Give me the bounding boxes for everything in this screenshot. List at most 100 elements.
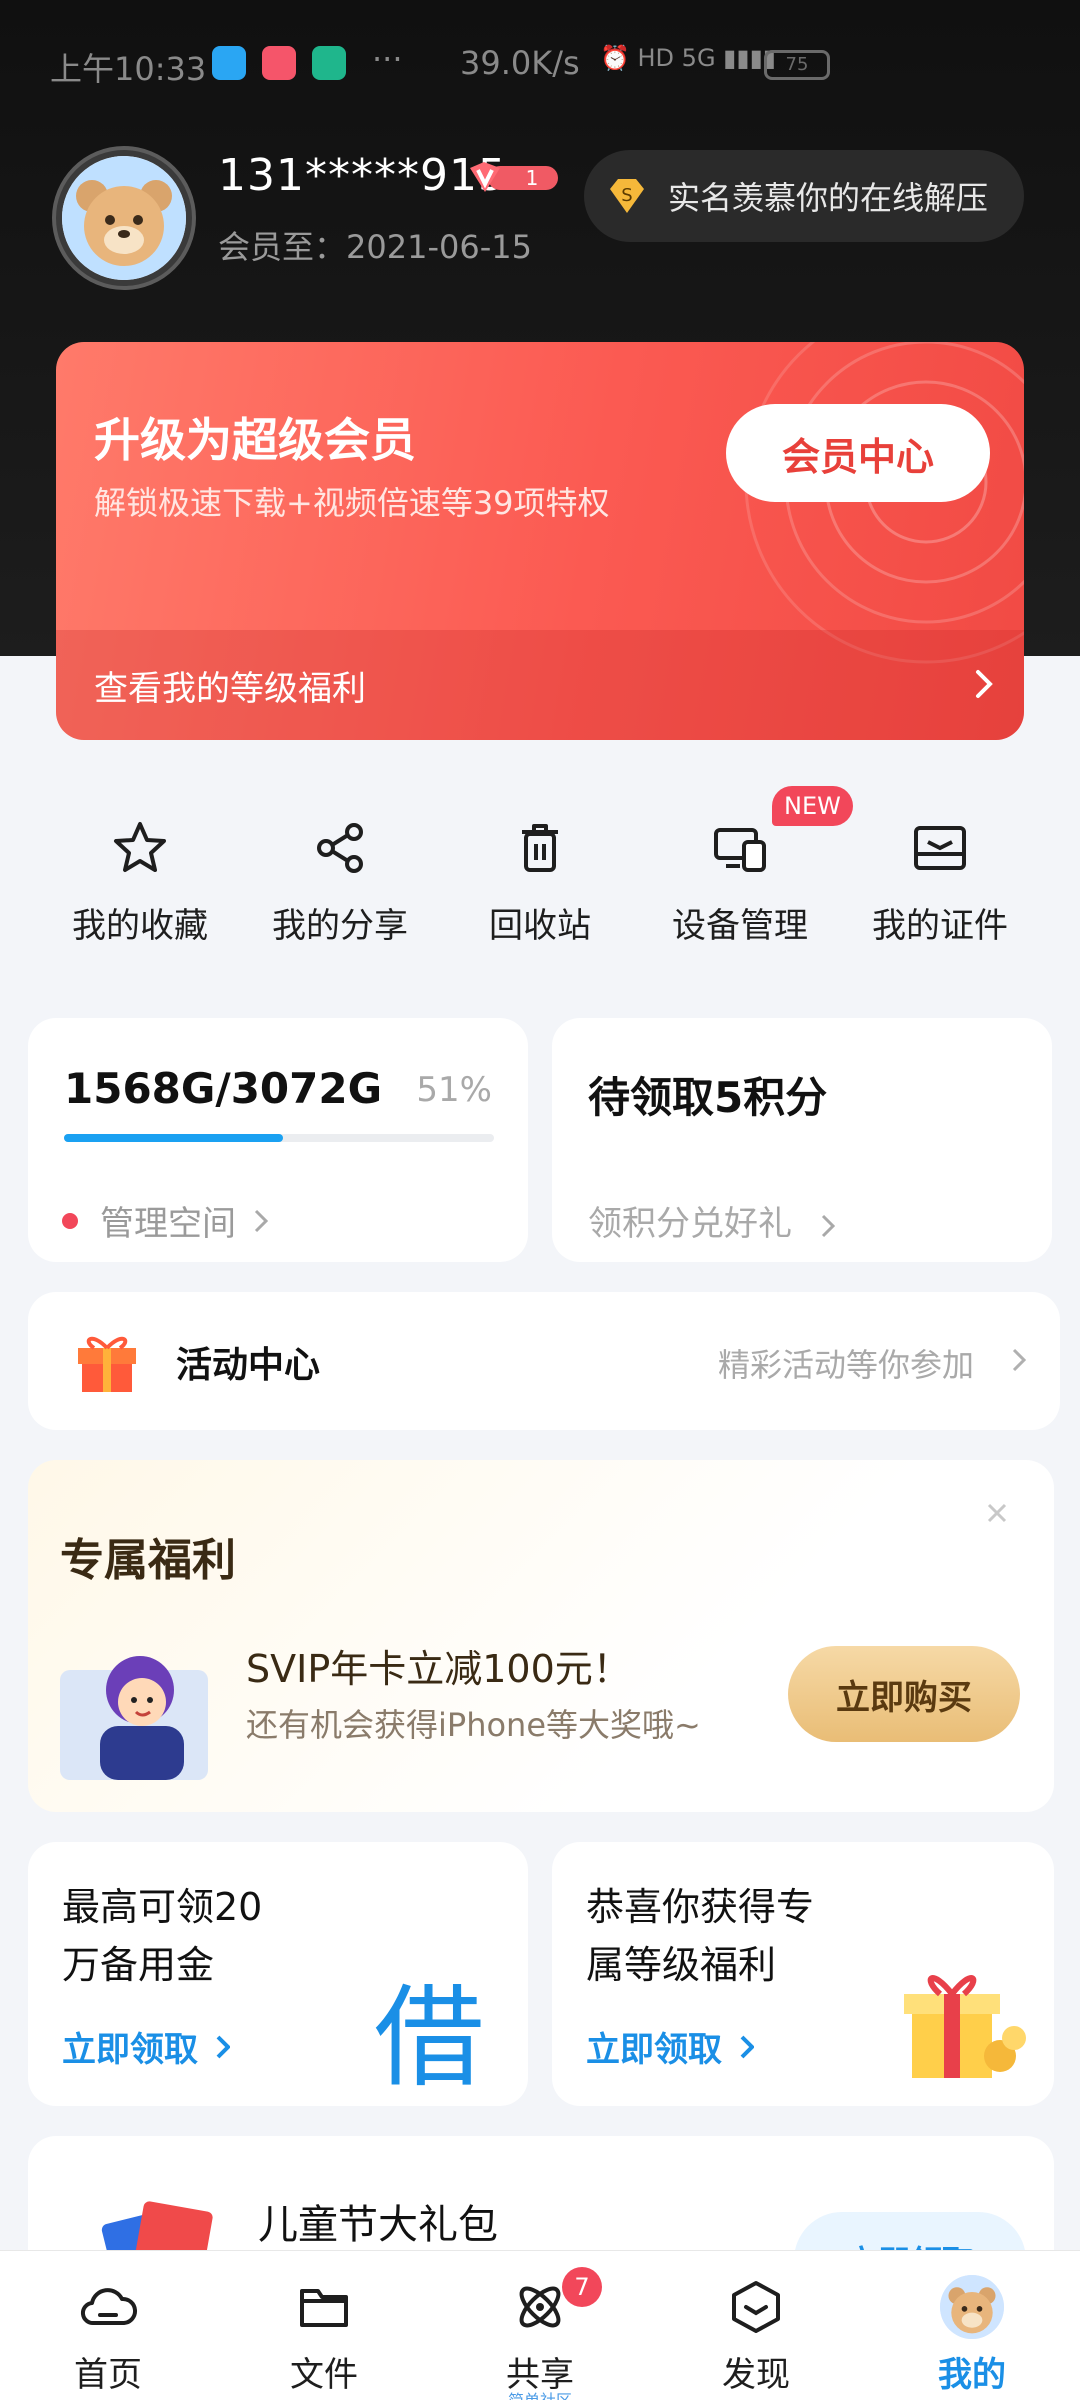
- quick-action-devices[interactable]: NEW 设备管理: [640, 786, 853, 960]
- chevron-right-icon: [1012, 1348, 1026, 1372]
- id-card-icon: [914, 826, 966, 870]
- promo-title: SVIP年卡立减100元！: [246, 1647, 631, 1691]
- avatar[interactable]: [56, 150, 192, 286]
- kids-title: 儿童节大礼包: [258, 2202, 498, 2248]
- network-speed: 39.0K/s: [460, 44, 580, 82]
- gift-text-line: 属等级福利: [586, 1943, 777, 1987]
- gift-claim-link[interactable]: 立即领取: [586, 2022, 754, 2071]
- chevron-right-icon: [254, 1209, 268, 1232]
- nav-mine[interactable]: 我的: [864, 2251, 1080, 2400]
- app-notification-icon: [262, 46, 296, 80]
- level-benefits-label: 查看我的等级福利: [94, 668, 366, 709]
- storage-capacity: 1568G/3072G: [64, 1064, 383, 1113]
- loan-promo-card[interactable]: 最高可领20 万备用金 立即领取 借: [28, 1842, 528, 2106]
- quick-action-label: 我的证件: [872, 906, 1008, 946]
- vip-level-number: 1: [526, 166, 539, 190]
- nav-home[interactable]: 首页: [0, 2251, 216, 2400]
- chevron-right-icon: [216, 2035, 230, 2058]
- activity-title: 活动中心: [176, 1345, 321, 1386]
- points-card[interactable]: 待领取5积分 领积分兑好礼: [552, 1018, 1052, 1262]
- share-badge: 7: [562, 2267, 602, 2307]
- nav-share[interactable]: 7 共享 简单社区: [432, 2251, 648, 2400]
- svg-text:S: S: [621, 185, 632, 206]
- username: 131*****915: [218, 150, 507, 201]
- notification-dot: [62, 1212, 78, 1229]
- nav-label: 首页: [74, 2355, 142, 2395]
- member-center-button[interactable]: 会员中心: [726, 404, 990, 502]
- loan-text-line: 万备用金: [62, 1943, 215, 1987]
- bottom-navigation: 首页 文件 7 共享 简单社区 发现: [0, 2250, 1080, 2400]
- quick-action-favorites[interactable]: 我的收藏: [40, 810, 240, 960]
- mascot-illustration: [60, 1656, 208, 1780]
- system-indicators: ⏰ HD 5G ▮▮▮▮: [600, 44, 776, 72]
- storage-progress-bar: [64, 1134, 494, 1142]
- close-icon[interactable]: [972, 1488, 1022, 1538]
- loan-claim-link[interactable]: 立即领取: [62, 2022, 230, 2071]
- folder-icon: [300, 2289, 348, 2327]
- quick-action-label: 我的分享: [272, 906, 408, 946]
- storage-card[interactable]: 1568G/3072G 51% 管理空间: [28, 1018, 528, 1262]
- gift-box-icon: [904, 1975, 1026, 2078]
- share-icon: [317, 823, 363, 873]
- nav-sublabel: 简单社区: [432, 2387, 648, 2400]
- cloud-icon: [81, 2288, 137, 2326]
- vip-upgrade-card[interactable]: 升级为超级会员 解锁极速下载+视频倍速等39项特权 会员中心 查看我的等级福利: [56, 342, 1024, 740]
- battery-icon: 75: [764, 50, 830, 80]
- more-notifications-icon: ···: [372, 40, 403, 78]
- exclusive-benefits-card: 专属福利 SVIP年卡立减100元！ 还有机会获得iPhone等大奖哦~ 立即购…: [28, 1460, 1054, 1812]
- storage-percent: 51%: [416, 1070, 492, 1110]
- nav-files[interactable]: 文件: [216, 2251, 432, 2400]
- gift-text-line: 恭喜你获得专: [586, 1885, 815, 1929]
- vip-title: 升级为超级会员: [94, 413, 416, 467]
- realname-text: 实名羡慕你的在线解压: [668, 179, 989, 217]
- loan-text: 最高可领20 万备用金: [62, 1878, 362, 1994]
- chevron-right-icon: [821, 1214, 835, 1237]
- nav-label: 发现: [722, 2355, 790, 2395]
- avatar-icon: [940, 2275, 1004, 2339]
- cube-icon: [732, 2281, 780, 2333]
- nav-label: 我的: [938, 2355, 1006, 2395]
- manage-space-link[interactable]: 管理空间: [62, 1196, 268, 1245]
- vip-level-badge: 1: [470, 162, 558, 192]
- diamond-s-icon: S: [610, 179, 644, 213]
- member-until: 会员至：2021-06-15: [218, 228, 532, 266]
- quick-action-id-cards[interactable]: 我的证件: [840, 810, 1040, 960]
- quick-action-recycle-bin[interactable]: 回收站: [440, 810, 640, 960]
- activity-center-row[interactable]: 活动中心 精彩活动等你参加: [28, 1292, 1060, 1430]
- quick-action-label: 我的收藏: [72, 906, 208, 946]
- gift-icon: [78, 1336, 136, 1392]
- points-link[interactable]: 领积分兑好礼: [588, 1196, 835, 1245]
- devices-icon: [714, 828, 766, 872]
- buy-now-button[interactable]: 立即购买: [788, 1646, 1020, 1742]
- nav-discover[interactable]: 发现: [648, 2251, 864, 2400]
- bear-avatar-icon: [62, 156, 186, 280]
- points-subtitle: 领积分兑好礼: [588, 1204, 792, 1244]
- chevron-right-icon: [740, 2035, 754, 2058]
- storage-progress-fill: [64, 1134, 284, 1142]
- points-title: 待领取5积分: [588, 1073, 828, 1122]
- quick-action-shares[interactable]: 我的分享: [240, 810, 440, 960]
- star-icon: [114, 822, 166, 872]
- level-benefits-link[interactable]: 查看我的等级福利: [56, 630, 1024, 740]
- nav-label: 文件: [290, 2355, 358, 2395]
- quick-action-label: 设备管理: [672, 906, 808, 946]
- status-time: 上午10:33: [50, 50, 207, 88]
- quick-action-label: 回收站: [489, 906, 591, 946]
- gift-text: 恭喜你获得专 属等级福利: [586, 1878, 886, 1994]
- level-gift-card[interactable]: 恭喜你获得专 属等级福利 立即领取: [552, 1842, 1054, 2106]
- app-notification-icon: [212, 46, 246, 80]
- realname-status-button[interactable]: S 实名羡慕你的在线解压: [584, 150, 1024, 242]
- vip-subtitle: 解锁极速下载+视频倍速等39项特权: [94, 484, 610, 522]
- app-notification-icon: [312, 46, 346, 80]
- promo-subtitle: 还有机会获得iPhone等大奖哦~: [246, 1706, 701, 1744]
- gift-claim-label: 立即领取: [586, 2030, 722, 2070]
- activity-hint: 精彩活动等你参加: [717, 1346, 974, 1384]
- loan-text-line: 最高可领20: [62, 1885, 263, 1929]
- quick-actions: 我的收藏 我的分享 回收站 NEW 设备管理 我的证件: [0, 786, 1080, 960]
- status-bar: 上午10:33 ··· 39.0K/s ⏰ HD 5G ▮▮▮▮ 75: [0, 0, 1080, 120]
- loan-character-icon: 借: [374, 1974, 484, 2102]
- exclusive-title: 专属福利: [60, 1535, 236, 1586]
- chevron-right-icon: [976, 670, 993, 698]
- manage-space-label: 管理空间: [100, 1204, 236, 1244]
- loan-claim-label: 立即领取: [62, 2030, 198, 2070]
